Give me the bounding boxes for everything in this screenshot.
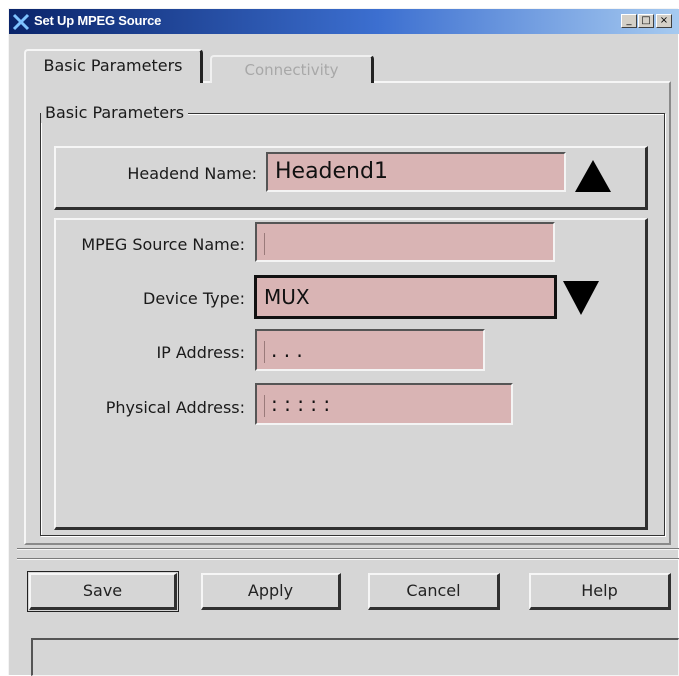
x-app-icon bbox=[12, 13, 30, 31]
separator bbox=[17, 558, 679, 560]
help-button[interactable]: Help bbox=[529, 573, 671, 610]
title-bar[interactable]: Set Up MPEG Source _ □ × bbox=[9, 9, 679, 34]
save-button[interactable]: Save bbox=[27, 571, 179, 612]
headend-name-field[interactable]: Headend1 bbox=[266, 152, 566, 192]
ip-address-field[interactable]: . . . bbox=[255, 329, 485, 371]
triangle-up-icon[interactable] bbox=[573, 158, 613, 194]
headend-name-label: Headend Name: bbox=[127, 164, 257, 183]
text-cursor bbox=[264, 340, 265, 363]
separator bbox=[17, 548, 679, 550]
minimize-icon[interactable]: _ bbox=[621, 14, 637, 28]
mpeg-source-name-label: MPEG Source Name: bbox=[81, 235, 245, 254]
text-cursor bbox=[264, 394, 265, 417]
tab-connectivity[interactable]: Connectivity bbox=[210, 55, 374, 83]
ip-address-value: . . . bbox=[271, 338, 303, 362]
physical-address-value: : : : : : bbox=[271, 392, 331, 416]
apply-button[interactable]: Apply bbox=[201, 573, 341, 610]
window-title: Set Up MPEG Source bbox=[34, 13, 162, 28]
physical-address-field[interactable]: : : : : : bbox=[255, 383, 513, 425]
device-type-field[interactable]: MUX bbox=[254, 275, 557, 319]
cancel-button[interactable]: Cancel bbox=[368, 573, 500, 610]
tab-basic-parameters[interactable]: Basic Parameters bbox=[24, 49, 203, 83]
device-type-label: Device Type: bbox=[143, 289, 245, 308]
ip-address-label: IP Address: bbox=[156, 343, 245, 362]
triangle-down-icon[interactable] bbox=[561, 279, 601, 317]
group-legend: Basic Parameters bbox=[41, 103, 189, 123]
text-cursor bbox=[264, 232, 265, 255]
maximize-icon[interactable]: □ bbox=[638, 14, 654, 28]
mpeg-source-name-field[interactable] bbox=[255, 222, 555, 262]
status-bar bbox=[31, 638, 679, 676]
close-icon[interactable]: × bbox=[656, 14, 672, 28]
dialog-window: Set Up MPEG Source _ □ × Basic Parameter… bbox=[8, 8, 679, 676]
source-details-frame bbox=[54, 218, 648, 530]
physical-address-label: Physical Address: bbox=[105, 398, 245, 417]
